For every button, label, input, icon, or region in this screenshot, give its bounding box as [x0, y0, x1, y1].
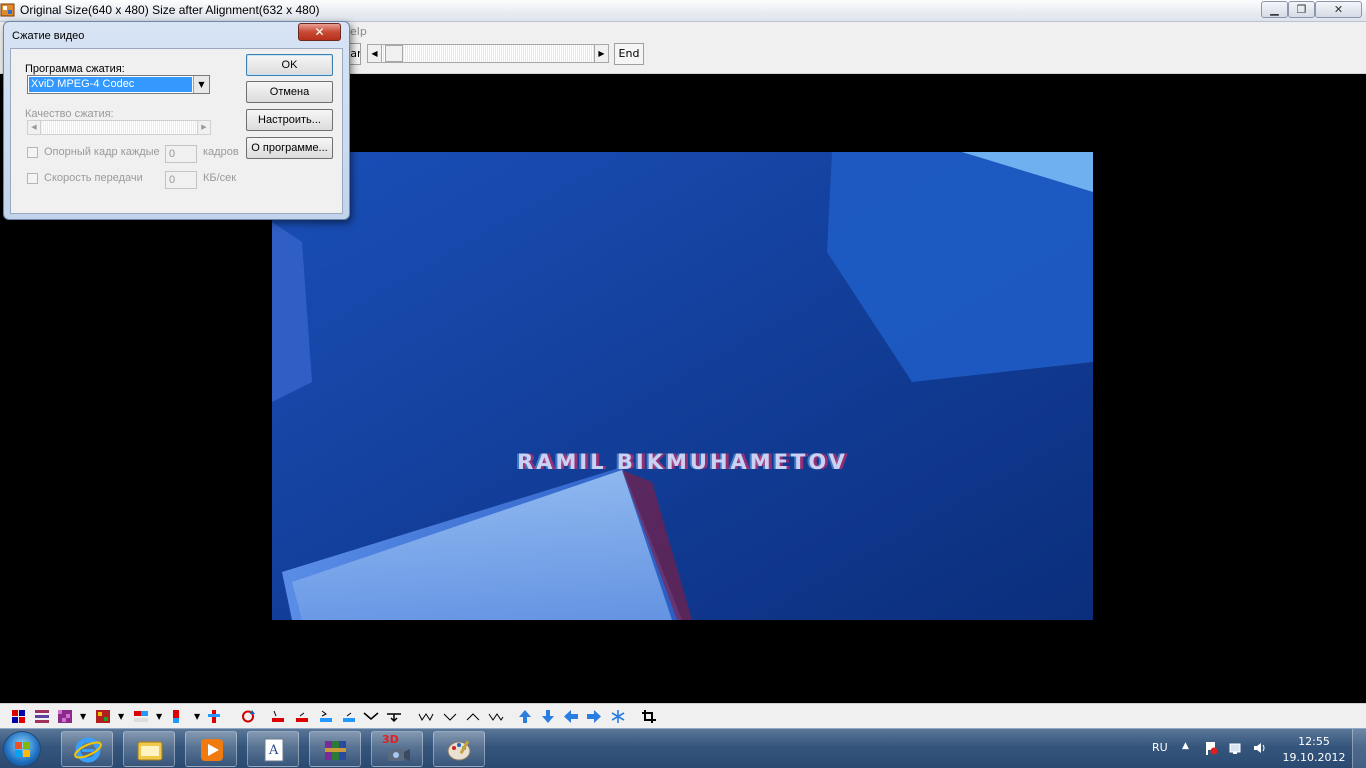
main-title-bar[interactable]: Original Size(640 x 480) Size after Alig…: [0, 0, 1366, 22]
mosaic-icon[interactable]: [95, 709, 111, 724]
dropdown-arrow-icon[interactable]: ▼: [118, 712, 124, 721]
red-line-icon[interactable]: [294, 709, 310, 724]
taskbar-paint[interactable]: [433, 731, 485, 767]
dialog-body: Программа сжатия: XviD MPEG-4 Codec ▼ Ка…: [10, 48, 343, 214]
action-center-flag-icon[interactable]: [1204, 741, 1218, 755]
crop-icon[interactable]: [641, 709, 657, 724]
video-caption: RAMIL BIKMUHAMETOV: [517, 450, 848, 474]
color-grid-icon[interactable]: [11, 709, 27, 724]
arrow-right-icon[interactable]: [586, 709, 602, 724]
windows-start-icon[interactable]: [3, 731, 41, 767]
codec-select[interactable]: XviD MPEG-4 Codec ▼: [27, 75, 210, 94]
dialog-close-button[interactable]: ✕: [298, 23, 341, 41]
figure-icon[interactable]: [206, 709, 222, 724]
blue-line-icon[interactable]: [341, 709, 357, 724]
datarate-input[interactable]: 0: [165, 171, 197, 189]
seek-right-arrow-icon[interactable]: ▶: [594, 45, 608, 62]
menu-item-help[interactable]: elp: [350, 25, 367, 38]
volume-icon[interactable]: [1252, 741, 1266, 755]
blue-line-icon[interactable]: [318, 709, 334, 724]
dropdown-arrow-icon[interactable]: ▼: [156, 712, 162, 721]
svg-text:A: A: [268, 743, 279, 758]
folder-icon: [137, 741, 163, 761]
quality-slider[interactable]: ◀ ▶: [27, 120, 211, 135]
datarate-unit: КБ/сек: [203, 172, 237, 184]
ok-button[interactable]: OK: [246, 54, 333, 76]
taskbar-media-player[interactable]: [185, 731, 237, 767]
dialog-title: Сжатие видео: [12, 30, 85, 42]
arrow-up-icon[interactable]: [517, 709, 533, 724]
seek-slider[interactable]: ◀ ▶: [367, 44, 609, 63]
split-color-icon[interactable]: [133, 709, 149, 724]
cancel-button[interactable]: Отмена: [246, 81, 333, 103]
wave-small-icon[interactable]: [442, 709, 458, 724]
windows-logo-icon: [15, 742, 30, 757]
media-player-icon: [201, 739, 223, 761]
taskbar-winrar[interactable]: [309, 731, 361, 767]
snowflake-icon[interactable]: [610, 709, 626, 724]
keyboard-language[interactable]: RU: [1152, 741, 1168, 754]
keyframe-input[interactable]: 0: [165, 145, 197, 163]
taskbar-3d-video-app[interactable]: 3D: [371, 731, 423, 767]
configure-button[interactable]: Настроить...: [246, 109, 333, 131]
arrow-down-icon[interactable]: [540, 709, 556, 724]
dropdown-arrow-icon[interactable]: ▼: [80, 712, 86, 721]
keyframe-label: Опорный кадр каждые: [44, 146, 160, 158]
minimize-button[interactable]: ▁: [1261, 1, 1288, 18]
quality-right-arrow-icon[interactable]: ▶: [197, 121, 210, 134]
stripes-icon[interactable]: [34, 709, 50, 724]
arrow-down-line-icon[interactable]: [386, 709, 402, 724]
dropdown-arrow-icon[interactable]: ▼: [194, 712, 200, 721]
quality-label: Качество сжатия:: [25, 108, 114, 120]
datarate-label: Скорость передачи: [44, 172, 143, 184]
network-icon[interactable]: [1228, 741, 1242, 755]
paint-palette-icon: [447, 740, 471, 761]
clock-time[interactable]: 12:55: [1286, 735, 1342, 748]
app-film-icon: [0, 3, 15, 17]
taskbar-explorer[interactable]: [123, 731, 175, 767]
arrow-left-icon[interactable]: [563, 709, 579, 724]
show-desktop-button[interactable]: [1352, 729, 1366, 768]
bottom-toolbar: ▼ ▼ ▼ ▼: [0, 703, 1366, 728]
wave-icon[interactable]: [363, 709, 379, 724]
quality-left-arrow-icon[interactable]: ◀: [28, 121, 41, 134]
codec-label: Программа сжатия:: [25, 63, 125, 75]
chevron-down-icon[interactable]: ▼: [193, 76, 209, 93]
video-compression-dialog: Сжатие видео ✕ Программа сжатия: XviD MP…: [3, 21, 350, 220]
seek-left-arrow-icon[interactable]: ◀: [368, 45, 382, 62]
camera-icon: [388, 749, 410, 761]
wave-small-icon[interactable]: [418, 709, 434, 724]
document-icon: A: [264, 738, 284, 762]
codec-selected-value: XviD MPEG-4 Codec: [29, 77, 192, 92]
taskbar: A 3D RU ▲ 12:55 19.10.2012: [0, 728, 1366, 768]
close-window-button[interactable]: ✕: [1315, 1, 1362, 18]
tray-expand-icon[interactable]: ▲: [1182, 741, 1189, 751]
red-line-icon[interactable]: [270, 709, 286, 724]
wave-small-icon[interactable]: [465, 709, 481, 724]
video-frame: RAMIL BIKMUHAMETOV: [272, 152, 1093, 620]
bar-color-icon[interactable]: [170, 709, 186, 724]
keyframe-unit: кадров: [203, 146, 239, 158]
clock-date[interactable]: 19.10.2012: [1282, 751, 1346, 764]
wave-small-icon[interactable]: [488, 709, 504, 724]
window-title: Original Size(640 x 480) Size after Alig…: [20, 3, 320, 17]
datarate-checkbox[interactable]: [27, 173, 38, 184]
taskbar-internet-explorer[interactable]: [61, 731, 113, 767]
checker-icon[interactable]: [57, 709, 73, 724]
refresh-icon[interactable]: [240, 709, 256, 724]
internet-explorer-icon: [74, 737, 102, 763]
keyframe-checkbox[interactable]: [27, 147, 38, 158]
seek-thumb[interactable]: [385, 45, 403, 62]
archive-books-icon: [325, 741, 346, 760]
end-button[interactable]: End: [614, 43, 644, 65]
about-button[interactable]: О программе...: [246, 137, 333, 159]
taskbar-text-editor[interactable]: A: [247, 731, 299, 767]
video-background-shapes: [272, 152, 1093, 620]
maximize-button[interactable]: ❐: [1288, 1, 1315, 18]
